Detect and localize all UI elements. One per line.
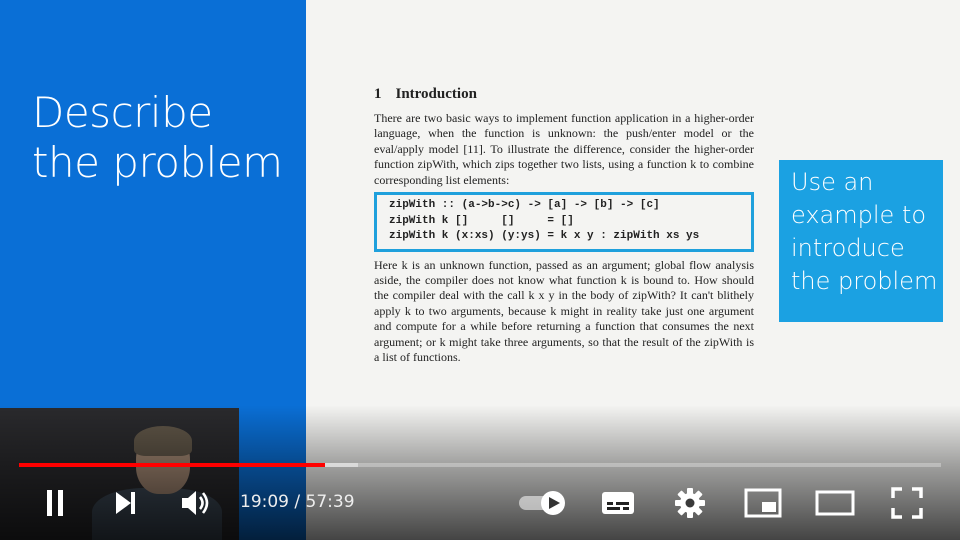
code-line: zipWith k [] [] = []	[389, 214, 574, 227]
slide-title-line: the problem	[32, 138, 283, 187]
pause-icon	[47, 490, 63, 516]
captions-button[interactable]	[596, 480, 640, 526]
current-time: 19:09	[240, 492, 289, 512]
captions-icon	[602, 492, 634, 514]
paper-paragraph: Here k is an unknown function, passed as…	[374, 257, 754, 364]
progress-played	[19, 463, 326, 467]
code-block: zipWith :: (a->b->c) -> [a] -> [b] -> [c…	[374, 192, 754, 252]
paper-paragraph: There are two basic ways to implement fu…	[374, 111, 754, 187]
theater-mode-icon	[815, 490, 855, 516]
fullscreen-icon	[891, 487, 923, 519]
code-line: zipWith :: (a->b->c) -> [a] -> [b] -> [c…	[389, 199, 660, 212]
settings-button[interactable]	[668, 480, 712, 526]
gear-icon	[675, 488, 705, 518]
callout-box: Use an example to introduce the problem	[779, 160, 943, 322]
volume-icon	[182, 491, 209, 515]
section-number: 1	[374, 86, 382, 102]
next-icon	[116, 492, 135, 514]
paper-excerpt: 1 Introduction There are two basic ways t…	[374, 86, 754, 365]
miniplayer-button[interactable]	[740, 480, 786, 526]
callout-line: example to	[791, 201, 927, 229]
next-button[interactable]	[104, 480, 146, 526]
fullscreen-button[interactable]	[884, 480, 930, 526]
callout-line: introduce	[791, 234, 905, 262]
autoplay-toggle-icon	[519, 491, 565, 515]
duration: 57:39	[305, 492, 355, 512]
play-pause-button[interactable]	[34, 480, 76, 526]
slide-title-line: Describe	[32, 88, 213, 137]
callout-line: the problem	[791, 267, 938, 295]
miniplayer-icon	[744, 488, 782, 518]
autoplay-toggle[interactable]	[512, 480, 572, 526]
code-line: zipWith k (x:xs) (y:ys) = k x y : zipWit…	[389, 230, 700, 243]
slide-title: Describe the problem	[32, 88, 302, 188]
progress-bar[interactable]	[19, 463, 941, 467]
section-title: Introduction	[395, 86, 477, 102]
video-player[interactable]: Describe the problem 1 Introduction There…	[0, 0, 960, 540]
section-heading: 1 Introduction	[374, 86, 754, 103]
volume-button[interactable]	[174, 480, 216, 526]
time-separator: /	[289, 492, 306, 512]
time-display: 19:09 / 57:39	[240, 492, 355, 512]
callout-line: Use an	[791, 168, 874, 196]
theater-mode-button[interactable]	[812, 480, 858, 526]
